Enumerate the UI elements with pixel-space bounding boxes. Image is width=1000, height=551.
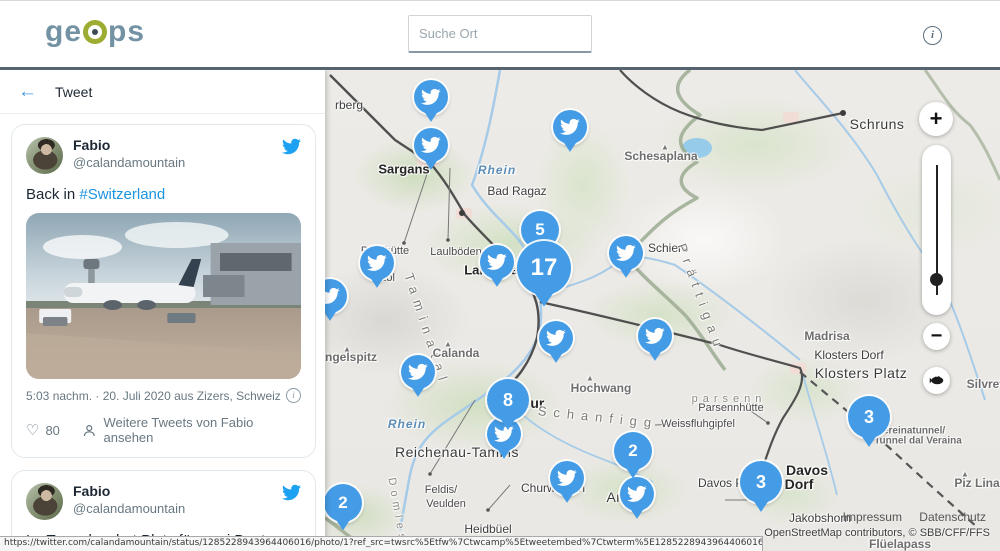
attribution-text: OpenStreetMap contributors, © SBB/CFF/FF… xyxy=(764,527,990,539)
tweet-marker[interactable] xyxy=(360,246,394,280)
map-label: Sargans xyxy=(378,162,429,177)
map-label: Veulden xyxy=(426,498,466,510)
like-icon[interactable]: ♡ xyxy=(26,421,39,439)
search-input[interactable] xyxy=(419,26,595,41)
map-label: Calanda xyxy=(433,346,480,360)
cluster-marker[interactable]: 2 xyxy=(325,484,362,522)
tweet-text: Back in #Switzerland xyxy=(26,186,301,203)
cluster-marker[interactable]: 3 xyxy=(740,461,782,503)
cluster-marker[interactable]: 8 xyxy=(487,379,529,421)
map-label: Tunnel dal Veraina xyxy=(874,436,962,447)
logo-text-left: ge xyxy=(45,17,82,47)
tweet-photo-airport[interactable] xyxy=(26,213,301,379)
datenschutz-link[interactable]: Datenschutz xyxy=(919,510,986,524)
map-label: ▲ xyxy=(343,345,351,354)
tweet-marker[interactable] xyxy=(414,128,448,162)
map-label: Bad Ragaz xyxy=(487,184,546,198)
cluster-marker[interactable]: 17 xyxy=(517,241,571,295)
tweet-author[interactable]: Fabio xyxy=(73,137,282,153)
tweet-card-1[interactable]: Fabio @calandamountain Back in #Switzerl… xyxy=(11,124,316,458)
hashtag-link[interactable]: #Switzerland xyxy=(79,186,165,203)
map-label: ▲ xyxy=(661,143,669,152)
zoom-out-button[interactable]: − xyxy=(923,323,950,350)
twitter-bird-icon[interactable] xyxy=(282,137,301,156)
browser-status-bar: https://twitter.com/calandamountain/stat… xyxy=(0,536,763,551)
zoom-slider-thumb[interactable] xyxy=(930,273,943,286)
map-label: Madrisa xyxy=(804,329,849,343)
tweet-marker[interactable] xyxy=(414,80,448,114)
geops-logo[interactable]: ge ps xyxy=(45,17,145,47)
map-label: Hochwang xyxy=(571,381,632,395)
map-label: Feldis/ xyxy=(425,484,457,496)
tweet-marker[interactable] xyxy=(620,477,654,511)
map[interactable]: rbergSargansRheinRheinBad RagazSchrunsSc… xyxy=(325,70,1000,551)
attribution-links: Impressum Datenschutz xyxy=(829,510,986,524)
fly-icon xyxy=(929,375,944,386)
map-label: Weissfluhgipfel xyxy=(661,418,735,430)
tweet-marker[interactable] xyxy=(638,319,672,353)
map-label: ▲ xyxy=(444,340,452,349)
tweet-sidebar: ← Tweet Fabio @calandamountain Back in #… xyxy=(0,70,325,551)
map-label: ▲ xyxy=(586,374,594,383)
twitter-bird-icon[interactable] xyxy=(282,483,301,502)
more-tweets-link[interactable]: Weitere Tweets von Fabio ansehen xyxy=(104,415,302,445)
zoom-in-button[interactable]: + xyxy=(919,102,953,136)
person-icon xyxy=(82,423,97,438)
logo-o-icon xyxy=(83,20,107,44)
cluster-marker[interactable]: 3 xyxy=(848,396,890,438)
tweet-timestamp: 5:03 nachm. · 20. Juli 2020 aus Zizers, … xyxy=(26,389,286,403)
map-label: Silvrett xyxy=(967,377,1000,391)
tweet-marker[interactable] xyxy=(553,110,587,144)
panel-header: ← Tweet xyxy=(0,70,325,114)
map-label: Rhein xyxy=(388,417,426,431)
search-box[interactable] xyxy=(408,15,592,53)
tweet-info-icon[interactable]: i xyxy=(286,388,301,403)
map-label: Rhein xyxy=(478,163,516,177)
avatar[interactable] xyxy=(26,137,63,174)
tweet-marker[interactable] xyxy=(401,355,435,389)
panel-title: Tweet xyxy=(55,84,92,100)
app-header: ge ps i xyxy=(0,0,1000,70)
map-label: Schruns xyxy=(850,116,905,132)
map-label: Klosters Dorf xyxy=(814,348,883,362)
map-label: rberg xyxy=(335,98,363,112)
tweet-marker[interactable] xyxy=(480,245,514,279)
map-label: Flüelapass xyxy=(869,537,931,551)
cluster-marker[interactable]: 2 xyxy=(614,432,652,470)
map-label: ▲ xyxy=(961,470,969,479)
map-label: Davos Pl xyxy=(698,476,746,490)
map-label: Heidbüel xyxy=(464,522,511,536)
map-label: Dorf xyxy=(785,476,814,492)
map-label: Parsennhütte xyxy=(698,402,763,414)
avatar[interactable] xyxy=(26,483,63,520)
info-icon[interactable]: i xyxy=(923,26,942,45)
logo-text-right: ps xyxy=(108,17,145,47)
impressum-link[interactable]: Impressum xyxy=(843,510,902,524)
tweet-marker[interactable] xyxy=(550,461,584,495)
tweet-handle[interactable]: @calandamountain xyxy=(73,501,282,516)
tweet-marker[interactable] xyxy=(609,236,643,270)
back-arrow-icon[interactable]: ← xyxy=(18,81,37,103)
tweet-marker[interactable] xyxy=(539,321,573,355)
fly-button[interactable] xyxy=(923,367,950,394)
like-count: 80 xyxy=(45,423,59,438)
tweet-author[interactable]: Fabio xyxy=(73,483,282,499)
tweet-handle[interactable]: @calandamountain xyxy=(73,155,282,170)
map-label: Laulböden xyxy=(430,246,481,258)
map-label: Klosters Platz xyxy=(815,365,908,381)
zoom-slider[interactable] xyxy=(922,145,951,315)
